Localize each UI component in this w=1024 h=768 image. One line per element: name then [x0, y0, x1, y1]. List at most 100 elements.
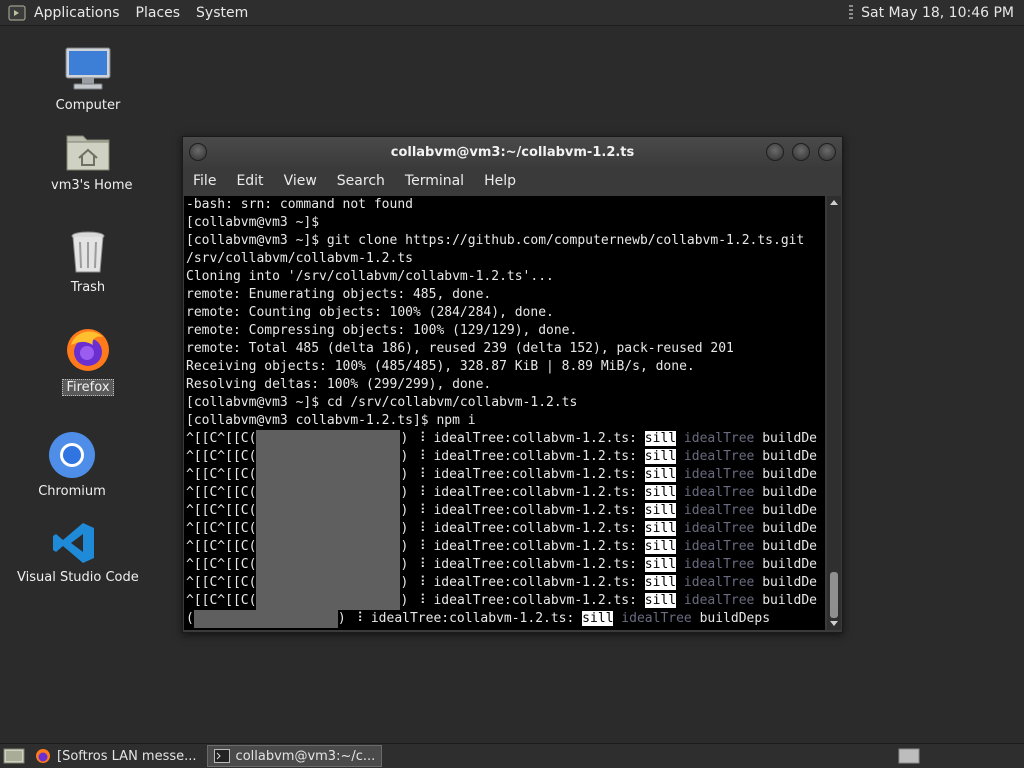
ideal-tree-text: idealTree:collabvm-1.2.ts:: [425, 467, 645, 482]
terminal-line: [collabvm@vm3 ~]$ cd /srv/collabvm/colla…: [186, 395, 578, 410]
redacted-block: [256, 556, 401, 574]
ideal-tree-text: idealTree:collabvm-1.2.ts:: [425, 485, 645, 500]
build-label: buildDe: [762, 575, 817, 590]
home-folder-icon: [66, 135, 110, 171]
terminal-line: Cloning into '/srv/collabvm/collabvm-1.2…: [186, 269, 554, 284]
window-title: collabvm@vm3:~/collabvm-1.2.ts: [390, 144, 635, 160]
build-label: buildDeps: [699, 611, 771, 626]
desktop-icon-label: Trash: [70, 280, 106, 295]
ideal-tree-label: idealTree: [676, 449, 763, 464]
close-button[interactable]: [818, 143, 836, 161]
scroll-up-icon[interactable]: [830, 200, 838, 205]
terminal-line: Receiving objects: 100% (485/485), 328.8…: [186, 359, 695, 374]
menu-edit[interactable]: Edit: [226, 173, 273, 189]
progress-prefix: ^[[C^[[C(: [186, 593, 257, 608]
redacted-block: [256, 502, 401, 520]
ideal-tree-label: idealTree: [676, 521, 763, 536]
workspace-switcher-icon[interactable]: [898, 748, 920, 764]
ideal-tree-text: idealTree:collabvm-1.2.ts:: [425, 575, 645, 590]
spinner-text: ) ⠸: [400, 431, 426, 446]
minimize-button[interactable]: [766, 143, 784, 161]
chromium-icon: [49, 432, 95, 478]
desktop-icon-trash[interactable]: Trash: [48, 228, 128, 295]
terminal-line: remote: Total 485 (delta 186), reused 23…: [186, 341, 734, 356]
desktop-icon-label: Chromium: [38, 484, 106, 499]
npm-progress-line: ^[[C^[[C() ⠸ idealTree:collabvm-1.2.ts: …: [186, 574, 825, 592]
taskbar-item-terminal[interactable]: collabvm@vm3:~/c...: [206, 745, 383, 767]
sill-label: sill: [644, 593, 677, 608]
menu-view[interactable]: View: [274, 173, 327, 189]
menu-places[interactable]: Places: [128, 5, 189, 21]
terminal-line: remote: Compressing objects: 100% (129/1…: [186, 323, 578, 338]
panel-grip-icon: [849, 4, 854, 21]
redacted-block: [256, 466, 401, 484]
terminal-scrollbar[interactable]: [827, 196, 841, 630]
spinner-text: ) ⠸: [337, 611, 364, 626]
sill-label: sill: [644, 431, 677, 446]
scroll-down-icon[interactable]: [830, 621, 838, 626]
menu-file[interactable]: File: [183, 173, 226, 189]
redacted-block: [256, 574, 401, 592]
progress-prefix: ^[[C^[[C(: [186, 431, 257, 446]
sill-label: sill: [644, 485, 677, 500]
desktop-icon-chromium[interactable]: Chromium: [32, 430, 112, 499]
spinner-text: ) ⠸: [400, 503, 426, 518]
menu-search[interactable]: Search: [327, 173, 395, 189]
clock-area: Sat May 18, 10:46 PM: [849, 4, 1024, 21]
spinner-text: ) ⠸: [400, 557, 426, 572]
build-label: buildDe: [762, 485, 817, 500]
npm-progress-line: ^[[C^[[C() ⠸ idealTree:collabvm-1.2.ts: …: [186, 484, 825, 502]
terminal-menubar: File Edit View Search Terminal Help: [183, 167, 842, 195]
terminal-window[interactable]: collabvm@vm3:~/collabvm-1.2.ts File Edit…: [182, 136, 843, 633]
redacted-block: [256, 520, 401, 538]
sill-label: sill: [644, 449, 677, 464]
sill-label: sill: [644, 521, 677, 536]
bottom-panel: [Softros LAN messe... collabvm@vm3:~/c..…: [0, 743, 1024, 768]
clock[interactable]: Sat May 18, 10:46 PM: [861, 5, 1014, 21]
terminal-line: -bash: srn: command not found: [186, 197, 413, 212]
spinner-text: ) ⠸: [400, 575, 426, 590]
ideal-tree-text: idealTree:collabvm-1.2.ts:: [425, 539, 645, 554]
maximize-button[interactable]: [792, 143, 810, 161]
ideal-tree-text: idealTree:collabvm-1.2.ts:: [425, 593, 645, 608]
redacted-block: [256, 592, 401, 610]
progress-prefix: ^[[C^[[C(: [186, 575, 257, 590]
ideal-tree-label: idealTree: [676, 575, 763, 590]
npm-progress-line: ^[[C^[[C() ⠸ idealTree:collabvm-1.2.ts: …: [186, 556, 825, 574]
sill-label: sill: [644, 539, 677, 554]
computer-icon: [65, 47, 111, 90]
desktop-icon-computer[interactable]: Computer: [48, 44, 128, 113]
menu-terminal[interactable]: Terminal: [395, 173, 474, 189]
show-desktop-icon[interactable]: [3, 747, 25, 765]
npm-progress-line: ^[[C^[[C() ⠸ idealTree:collabvm-1.2.ts: …: [186, 430, 825, 448]
sill-label: sill: [644, 557, 677, 572]
build-label: buildDe: [762, 521, 817, 536]
terminal-line: remote: Counting objects: 100% (284/284)…: [186, 305, 554, 320]
sill-label: sill: [644, 503, 677, 518]
desktop-icon-vscode[interactable]: Visual Studio Code: [14, 520, 139, 585]
desktop-icon-label: Visual Studio Code: [17, 570, 139, 585]
desktop-icon-firefox[interactable]: Firefox: [48, 325, 128, 396]
scrollbar-thumb[interactable]: [830, 572, 838, 618]
vscode-icon: [53, 523, 94, 563]
terminal-line: remote: Enumerating objects: 485, done.: [186, 287, 492, 302]
window-titlebar[interactable]: collabvm@vm3:~/collabvm-1.2.ts: [183, 137, 842, 167]
menu-system[interactable]: System: [188, 5, 256, 21]
spinner-text: ) ⠸: [400, 467, 426, 482]
taskbar-item-softros[interactable]: [Softros LAN messe...: [29, 746, 203, 766]
spinner-text: ) ⠸: [400, 449, 426, 464]
ideal-tree-text: idealTree:collabvm-1.2.ts:: [363, 611, 583, 626]
progress-prefix: ^[[C^[[C(: [186, 503, 257, 518]
desktop-icon-home[interactable]: vm3's Home: [48, 128, 133, 193]
build-label: buildDe: [762, 539, 817, 554]
progress-prefix: ^[[C^[[C(: [186, 467, 257, 482]
ideal-tree-label: idealTree: [676, 593, 763, 608]
taskbar-label: collabvm@vm3:~/c...: [235, 748, 376, 764]
terminal-output[interactable]: -bash: srn: command not found [collabvm@…: [184, 196, 825, 630]
ideal-tree-label: idealTree: [676, 557, 763, 572]
applications-menu-icon[interactable]: [8, 4, 26, 22]
window-menu-button[interactable]: [189, 143, 207, 161]
menu-applications[interactable]: Applications: [26, 5, 128, 21]
build-label: buildDe: [762, 557, 817, 572]
menu-help[interactable]: Help: [474, 173, 526, 189]
